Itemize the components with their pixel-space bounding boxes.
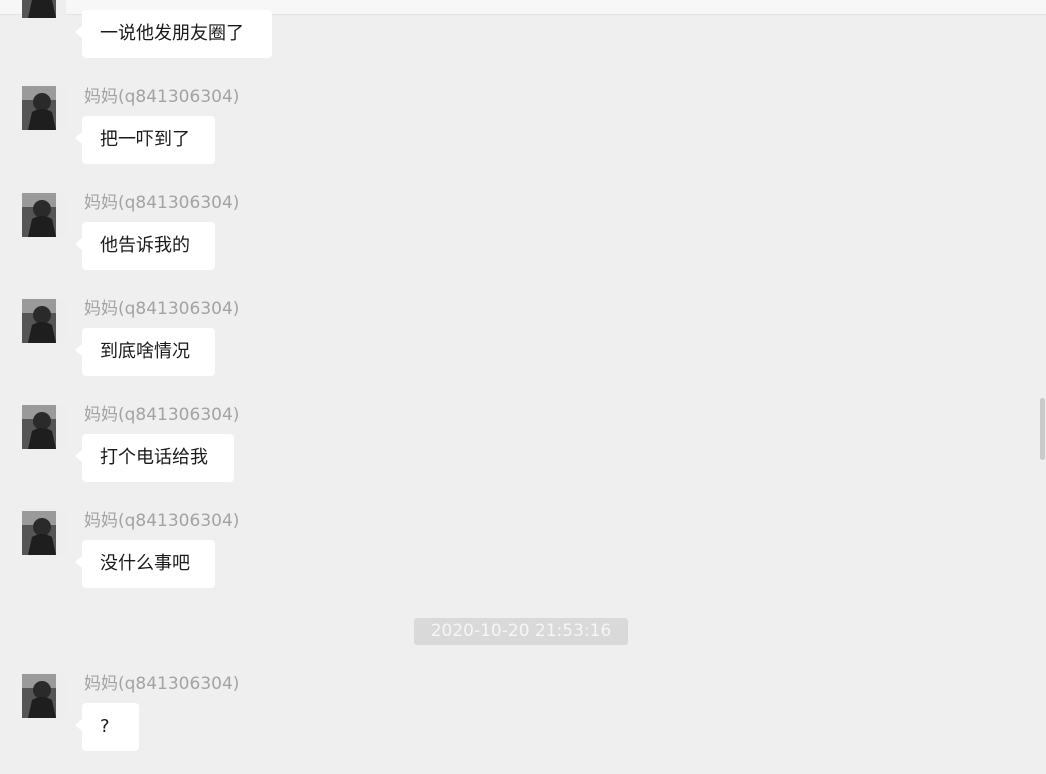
message-bubble[interactable]: 一说他发朋友圈了	[75, 10, 272, 58]
message-text: 把一吓到了	[100, 129, 190, 150]
message-text: ?	[100, 716, 110, 737]
message-text: 一说他发朋友圈了	[100, 23, 244, 44]
sender-name: 妈妈(q841306304)	[84, 674, 240, 694]
chat-message-list: 一说他发朋友圈了 妈妈(q841306304) 把一吓到了 妈妈(q841306…	[0, 0, 1046, 774]
sender-name: 妈妈(q841306304)	[84, 87, 240, 107]
avatar[interactable]	[22, 511, 66, 555]
sender-name: 妈妈(q841306304)	[84, 511, 240, 531]
avatar[interactable]	[22, 405, 66, 449]
avatar[interactable]	[22, 193, 66, 237]
message-text: 到底啥情况	[100, 341, 190, 362]
message-bubble[interactable]: 打个电话给我	[75, 434, 234, 482]
avatar[interactable]	[22, 674, 66, 718]
message-text: 他告诉我的	[100, 235, 190, 256]
avatar[interactable]	[22, 0, 66, 18]
avatar[interactable]	[22, 86, 66, 130]
message-bubble[interactable]: 到底啥情况	[75, 328, 215, 376]
message-text: 打个电话给我	[100, 447, 208, 468]
sender-name: 妈妈(q841306304)	[84, 299, 240, 319]
sender-name: 妈妈(q841306304)	[84, 405, 240, 425]
avatar[interactable]	[22, 299, 66, 343]
message-bubble[interactable]: ?	[75, 703, 139, 751]
message-bubble[interactable]: 没什么事吧	[75, 540, 215, 588]
timestamp-divider: 2020-10-20 21:53:16	[414, 618, 628, 645]
message-bubble[interactable]: 他告诉我的	[75, 222, 215, 270]
sender-name: 妈妈(q841306304)	[84, 193, 240, 213]
message-bubble[interactable]: 把一吓到了	[75, 116, 215, 164]
scrollbar[interactable]	[1038, 0, 1046, 774]
scrollbar-thumb[interactable]	[1040, 398, 1045, 460]
message-text: 没什么事吧	[100, 553, 190, 574]
